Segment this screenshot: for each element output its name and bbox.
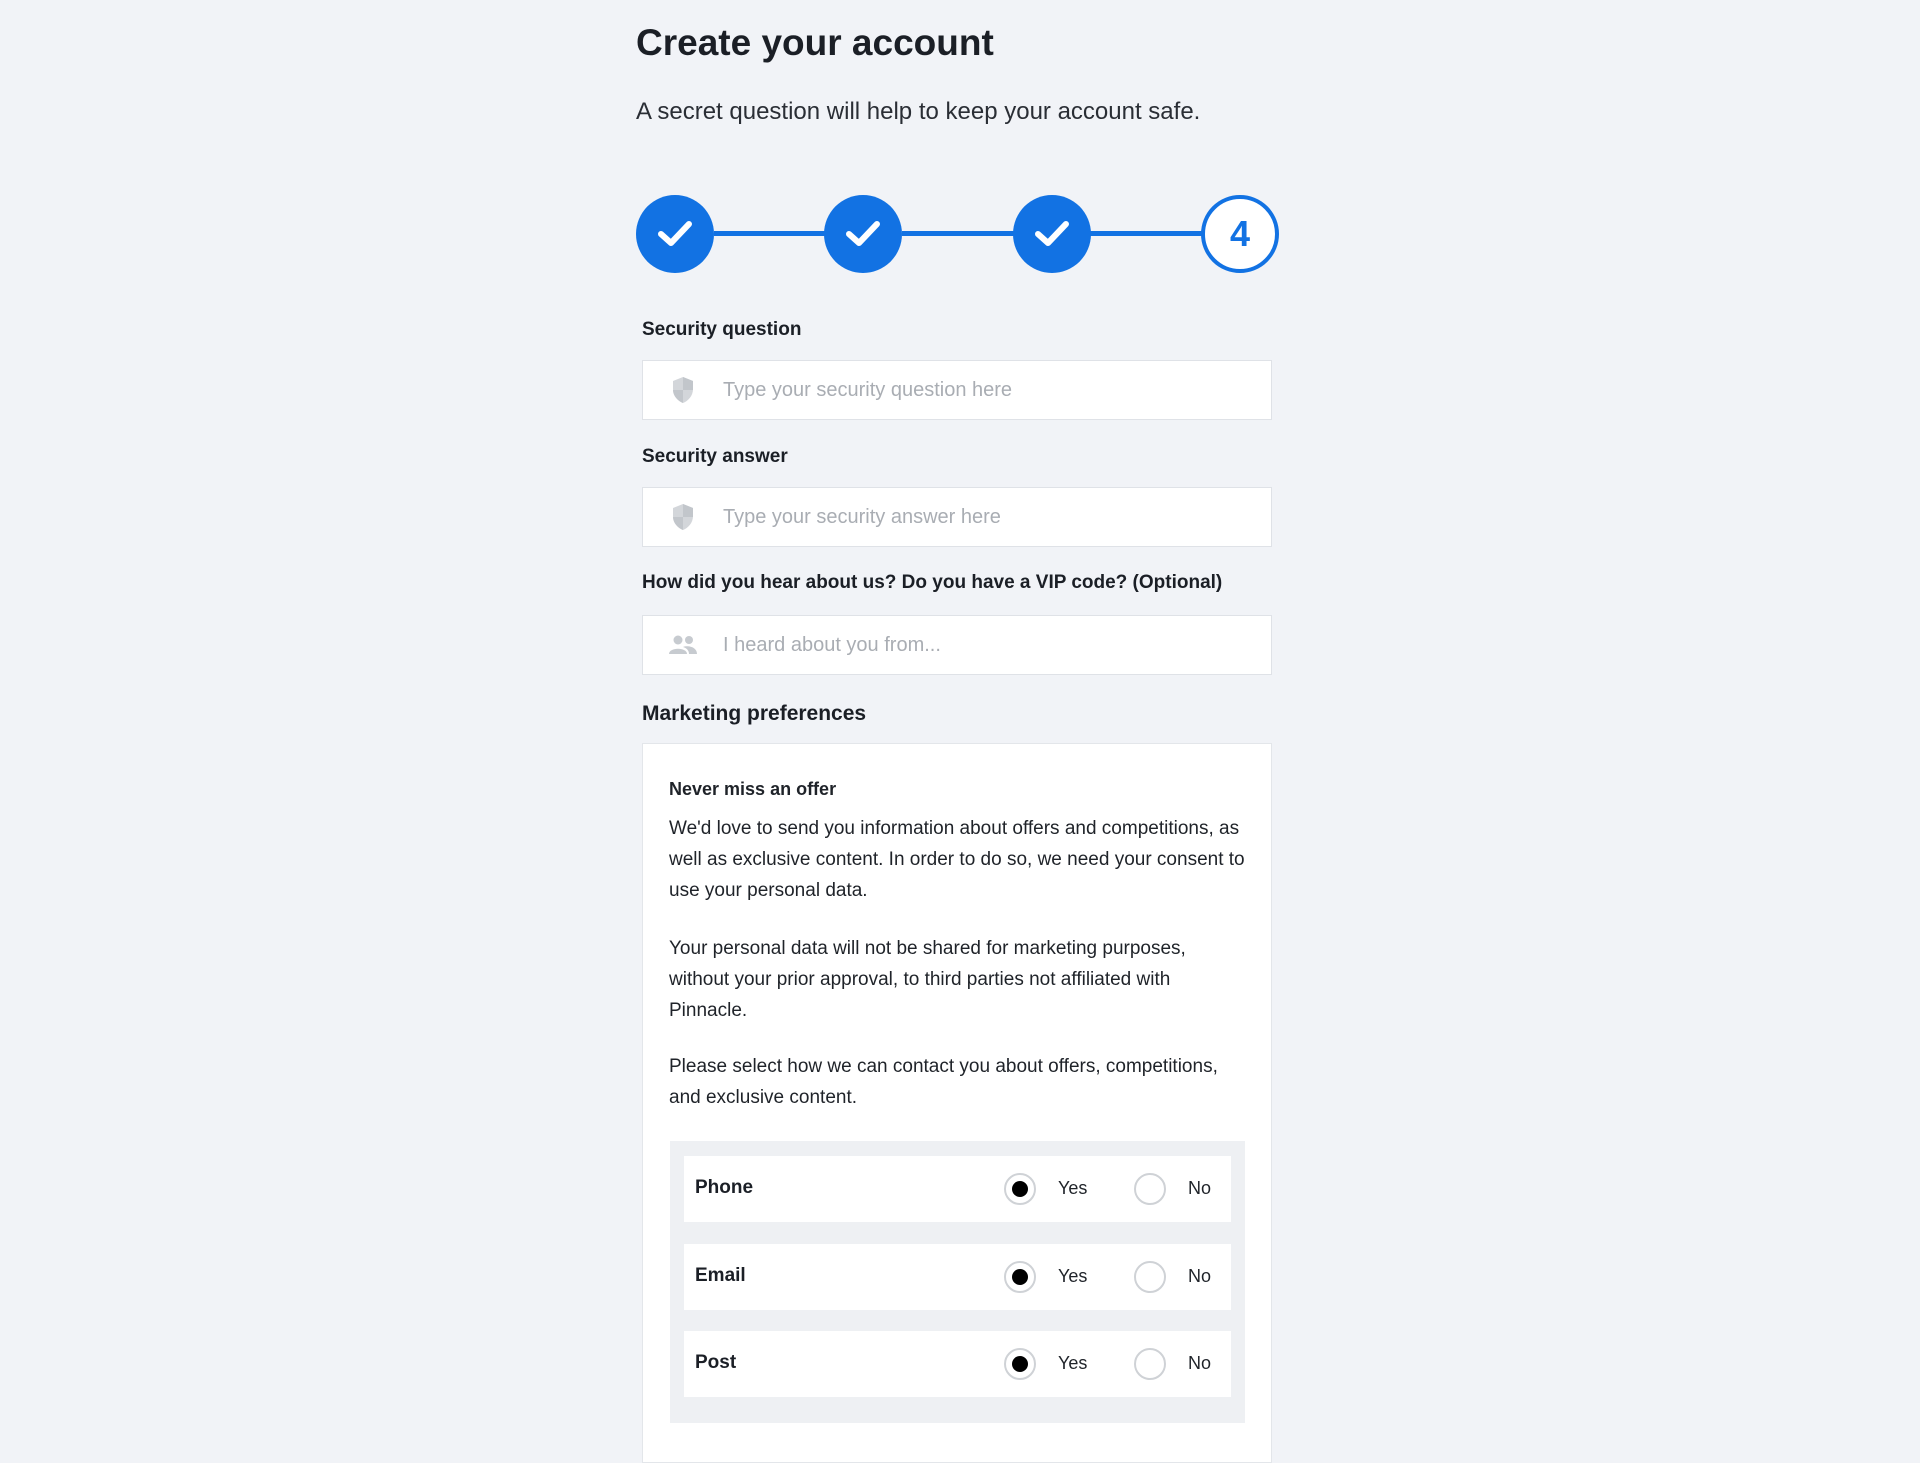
check-icon <box>1035 221 1069 246</box>
security-question-input[interactable] <box>723 378 1243 402</box>
no-label: No <box>1188 1266 1212 1286</box>
email-yes-radio[interactable] <box>1004 1261 1036 1293</box>
channel-name: Email <box>695 1265 746 1286</box>
step-2-complete <box>824 195 902 273</box>
preference-row-phone: Phone Yes No <box>684 1156 1231 1222</box>
post-no-radio[interactable] <box>1134 1348 1166 1380</box>
no-label: No <box>1188 1178 1212 1198</box>
yes-label: Yes <box>1058 1353 1088 1373</box>
no-label: No <box>1188 1353 1212 1373</box>
yes-label: Yes <box>1058 1266 1088 1286</box>
referral-label: How did you hear about us? Do you have a… <box>642 572 1223 593</box>
check-icon <box>658 221 692 246</box>
marketing-heading: Marketing preferences <box>642 702 867 725</box>
security-question-field[interactable] <box>642 360 1272 420</box>
post-yes-radio[interactable] <box>1004 1348 1036 1380</box>
contact-paragraph: Please select how we can contact you abo… <box>669 1056 1218 1108</box>
step-1-complete <box>636 195 714 273</box>
channel-name: Phone <box>695 1177 754 1198</box>
shield-icon <box>643 376 723 404</box>
page-subtitle: A secret question will help to keep your… <box>636 98 1201 125</box>
preference-row-email: Email Yes No <box>684 1244 1231 1310</box>
channel-name: Post <box>695 1352 737 1373</box>
security-answer-input[interactable] <box>723 505 1243 529</box>
consent-paragraph: We'd love to send you information about … <box>669 818 1245 901</box>
step-3-complete <box>1013 195 1091 273</box>
email-no-radio[interactable] <box>1134 1261 1166 1293</box>
shield-icon <box>643 503 723 531</box>
users-icon <box>643 635 723 655</box>
security-question-label: Security question <box>642 319 802 340</box>
check-icon <box>846 221 880 246</box>
referral-field[interactable] <box>642 615 1272 675</box>
privacy-paragraph: Your personal data will not be shared fo… <box>669 938 1186 1021</box>
phone-no-radio[interactable] <box>1134 1173 1166 1205</box>
referral-input[interactable] <box>723 633 1243 657</box>
step-4-current: 4 <box>1201 195 1279 273</box>
preference-row-post: Post Yes No <box>684 1331 1231 1397</box>
security-answer-field[interactable] <box>642 487 1272 547</box>
phone-yes-radio[interactable] <box>1004 1173 1036 1205</box>
page-title: Create your account <box>636 22 994 63</box>
yes-label: Yes <box>1058 1178 1088 1198</box>
security-answer-label: Security answer <box>642 446 788 467</box>
card-title: Never miss an offer <box>669 779 837 799</box>
